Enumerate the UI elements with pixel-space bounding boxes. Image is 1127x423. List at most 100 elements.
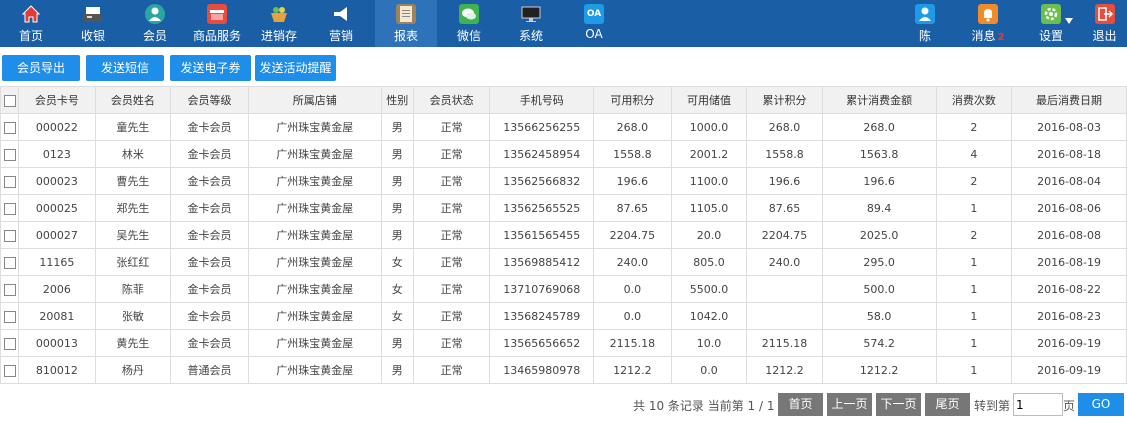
cell-visit-count: 1 — [935, 302, 1013, 330]
header-name[interactable]: 会员姓名 — [94, 86, 172, 114]
cell-status: 正常 — [412, 356, 491, 384]
prev-page-button[interactable]: 上一页 — [827, 393, 872, 416]
checkbox-box[interactable] — [3, 94, 16, 107]
cell-card-no: 000022 — [18, 113, 96, 141]
nav-member[interactable]: 会员 — [124, 0, 186, 47]
table-row[interactable]: 000025 郑先生 金卡会员 广州珠宝黄金屋男正常 13562565525 87.65 1… — [0, 194, 1127, 222]
nav-logout-label: 退出 — [1092, 29, 1117, 43]
nav-cashier[interactable]: 收银 — [62, 0, 124, 47]
table-row[interactable]: 2006 陈菲 金卡会员 广州珠宝黄金屋女正常 13710769068 0.0 5500.0… — [0, 275, 1127, 303]
checkbox-box[interactable] — [3, 229, 16, 242]
checkbox-box[interactable] — [3, 175, 16, 188]
table-row[interactable]: 0123 林米 金卡会员 广州珠宝黄金屋男正常 13562458954 1558.8 200… — [0, 140, 1127, 168]
page-number-input[interactable] — [1013, 393, 1063, 416]
header-total-points[interactable]: 累计积分 — [746, 86, 823, 114]
nav-messages[interactable]: 消息 2 — [957, 0, 1019, 47]
row-checkbox[interactable] — [0, 194, 20, 222]
row-checkbox[interactable] — [0, 113, 20, 141]
nav-report[interactable]: 报表 — [375, 0, 437, 47]
member-icon — [145, 4, 165, 24]
checkbox-box[interactable] — [3, 148, 16, 161]
table-row[interactable]: 11165 张红红 金卡会员 广州珠宝黄金屋女正常 13569885412 240.0 80… — [0, 248, 1127, 276]
checkbox-box[interactable] — [3, 310, 16, 323]
checkbox-box[interactable] — [3, 283, 16, 296]
header-gender[interactable]: 性别 — [380, 86, 414, 114]
nav-home[interactable]: 首页 — [0, 0, 62, 47]
nav-marketing[interactable]: 营销 — [310, 0, 372, 47]
table-row[interactable]: 000022 童先生 金卡会员 广州珠宝黄金屋男正常 13566256255 268.0 1… — [0, 113, 1127, 141]
row-checkbox[interactable] — [0, 275, 20, 303]
first-page-button[interactable]: 首页 — [778, 393, 823, 416]
table-row[interactable]: 20081 张敏 金卡会员 广州珠宝黄金屋女正常 13568245789 0.0 1042.… — [0, 302, 1127, 330]
header-store[interactable]: 所属店铺 — [247, 86, 382, 114]
header-card-no[interactable]: 会员卡号 — [18, 86, 96, 114]
table-row[interactable]: 000013 黄先生 金卡会员 广州珠宝黄金屋男正常 13565656652 2115.1… — [0, 329, 1127, 357]
row-checkbox[interactable] — [0, 302, 20, 330]
send-sms-button[interactable]: 发送短信 — [86, 55, 164, 81]
table-row[interactable]: 000023 曹先生 金卡会员 广州珠宝黄金屋男正常 13562566832 196.6 1… — [0, 167, 1127, 195]
nav-inventory[interactable]: 进销存 — [248, 0, 310, 47]
row-checkbox[interactable] — [0, 329, 20, 357]
header-available-points[interactable]: 可用积分 — [593, 86, 672, 114]
nav-wechat[interactable]: 微信 — [438, 0, 500, 47]
header-total-spend[interactable]: 累计消费金额 — [821, 86, 937, 114]
header-available-balance[interactable]: 可用储值 — [670, 86, 748, 114]
row-checkbox[interactable] — [0, 248, 20, 276]
checkbox-box[interactable] — [3, 121, 16, 134]
checkbox-box[interactable] — [3, 337, 16, 350]
header-last-purchase-date[interactable]: 最后消费日期 — [1011, 86, 1127, 114]
cell-available-balance: 1100.0 — [670, 167, 748, 195]
header-phone[interactable]: 手机号码 — [489, 86, 595, 114]
last-page-button[interactable]: 尾页 — [925, 393, 970, 416]
cell-level: 金卡会员 — [170, 275, 249, 303]
nav-oa[interactable]: OA OA — [563, 0, 625, 47]
cell-gender: 女 — [380, 302, 414, 330]
cell-phone: 13566256255 — [489, 113, 595, 141]
header-status[interactable]: 会员状态 — [412, 86, 491, 114]
settings-chevron-down-icon[interactable] — [1065, 18, 1073, 24]
pagination: 共 10 条记录 当前第 1 / 1 首页 上一页 下一页 尾页 转到第 页 G… — [0, 393, 1127, 417]
cell-last-purchase-date: 2016-08-18 — [1011, 140, 1127, 168]
member-table: 会员卡号 会员姓名 会员等级 所属店铺 性别 会员状态 手机号码 可用积分 可用… — [0, 86, 1127, 384]
next-page-button[interactable]: 下一页 — [876, 393, 921, 416]
send-reminder-button[interactable]: 发送活动提醒 — [255, 55, 336, 81]
nav-user[interactable]: 陈 — [894, 0, 956, 47]
table-row[interactable]: 000027 吴先生 金卡会员 广州珠宝黄金屋男正常 13561565455 2204.7… — [0, 221, 1127, 249]
select-all-checkbox[interactable] — [0, 86, 20, 114]
checkbox-box[interactable] — [3, 202, 16, 215]
cell-visit-count: 2 — [935, 221, 1013, 249]
nav-system[interactable]: 系统 — [500, 0, 562, 47]
header-visit-count[interactable]: 消费次数 — [935, 86, 1013, 114]
checkbox-box[interactable] — [3, 364, 16, 377]
cell-available-points: 2115.18 — [593, 329, 672, 357]
cell-total-points — [746, 275, 823, 303]
cell-name: 林米 — [94, 140, 172, 168]
nav-member-label: 会员 — [142, 29, 167, 43]
nav-wechat-label: 微信 — [456, 29, 481, 43]
go-button[interactable]: GO — [1078, 393, 1124, 416]
nav-logout[interactable]: 退出 — [1082, 0, 1127, 47]
cell-total-points: 240.0 — [746, 248, 823, 276]
cell-status: 正常 — [412, 302, 491, 330]
checkbox-box[interactable] — [3, 256, 16, 269]
nav-goods[interactable]: 商品服务 — [186, 0, 248, 47]
row-checkbox[interactable] — [0, 356, 20, 384]
row-checkbox[interactable] — [0, 167, 20, 195]
header-level[interactable]: 会员等级 — [170, 86, 249, 114]
cell-name: 陈菲 — [94, 275, 172, 303]
table-row[interactable]: 810012 杨丹 普通会员 广州珠宝黄金屋男正常 13465980978 1212.2 0… — [0, 356, 1127, 384]
cell-name: 张敏 — [94, 302, 172, 330]
cell-level: 金卡会员 — [170, 140, 249, 168]
row-checkbox[interactable] — [0, 221, 20, 249]
row-checkbox[interactable] — [0, 140, 20, 168]
export-members-button[interactable]: 会员导出 — [2, 55, 80, 81]
nav-oa-label: OA — [585, 27, 603, 41]
cell-level: 金卡会员 — [170, 113, 249, 141]
cell-card-no: 20081 — [18, 302, 96, 330]
send-coupon-button[interactable]: 发送电子券 — [170, 55, 251, 81]
basket-icon — [269, 4, 289, 24]
cell-status: 正常 — [412, 329, 491, 357]
top-nav-bar: 首页 收银 会员 商品服务 进销存 营销 报表 微信 系统 OA OA 陈 消息… — [0, 0, 1127, 47]
cell-card-no: 2006 — [18, 275, 96, 303]
cell-card-no: 11165 — [18, 248, 96, 276]
